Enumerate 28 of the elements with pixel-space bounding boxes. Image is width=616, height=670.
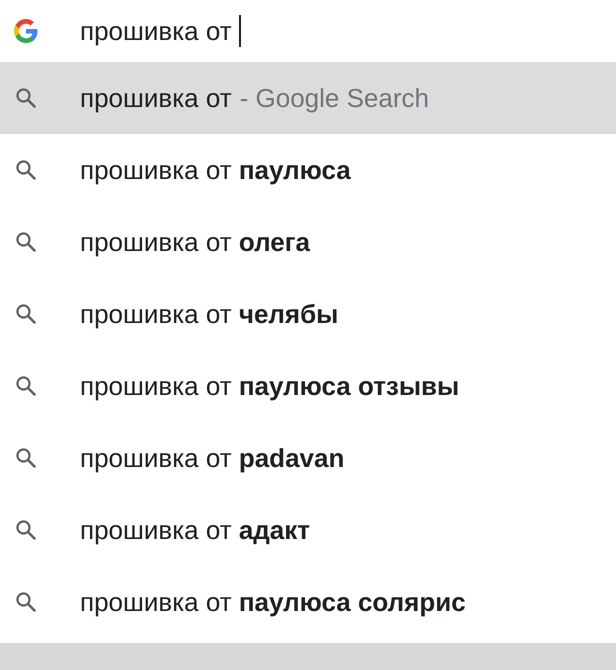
- suggestion-text: прошивка от челябы: [80, 298, 338, 330]
- suggestion-item[interactable]: прошивка от - Google Search: [0, 62, 616, 134]
- suggestion-item[interactable]: прошивка от паулюса солярис: [0, 566, 616, 638]
- suggestion-text: прошивка от: [80, 82, 232, 114]
- suggestion-item[interactable]: прошивка от паулюса: [0, 134, 616, 206]
- search-field[interactable]: прошивка от: [80, 12, 241, 50]
- suggestion-item[interactable]: прошивка от padavan: [0, 422, 616, 494]
- search-icon: [14, 446, 38, 470]
- suggestion-text: прошивка от паулюса: [80, 154, 351, 186]
- search-icon: [14, 158, 38, 182]
- search-icon: [14, 590, 38, 614]
- text-cursor: [238, 15, 241, 47]
- search-icon: [14, 86, 38, 110]
- suggestion-text: прошивка от адакт: [80, 514, 310, 546]
- google-logo-icon: [14, 19, 38, 43]
- suggestion-item[interactable]: прошивка от адакт: [0, 494, 616, 566]
- search-icon: [14, 518, 38, 542]
- suggestion-text: прошивка от паулюса солярис: [80, 586, 466, 618]
- suggestion-item[interactable]: прошивка от олега: [0, 206, 616, 278]
- search-icon: [14, 230, 38, 254]
- search-icon: [14, 374, 38, 398]
- suggestion-text: прошивка от олега: [80, 226, 310, 258]
- suggestion-item[interactable]: прошивка от паулюса отзывы: [0, 350, 616, 422]
- suggestion-suffix: - Google Search: [240, 82, 429, 114]
- suggestion-item[interactable]: прошивка от челябы: [0, 278, 616, 350]
- suggestion-text: прошивка от паулюса отзывы: [80, 370, 460, 402]
- suggestion-text: прошивка от padavan: [80, 442, 344, 474]
- search-icon: [14, 302, 38, 326]
